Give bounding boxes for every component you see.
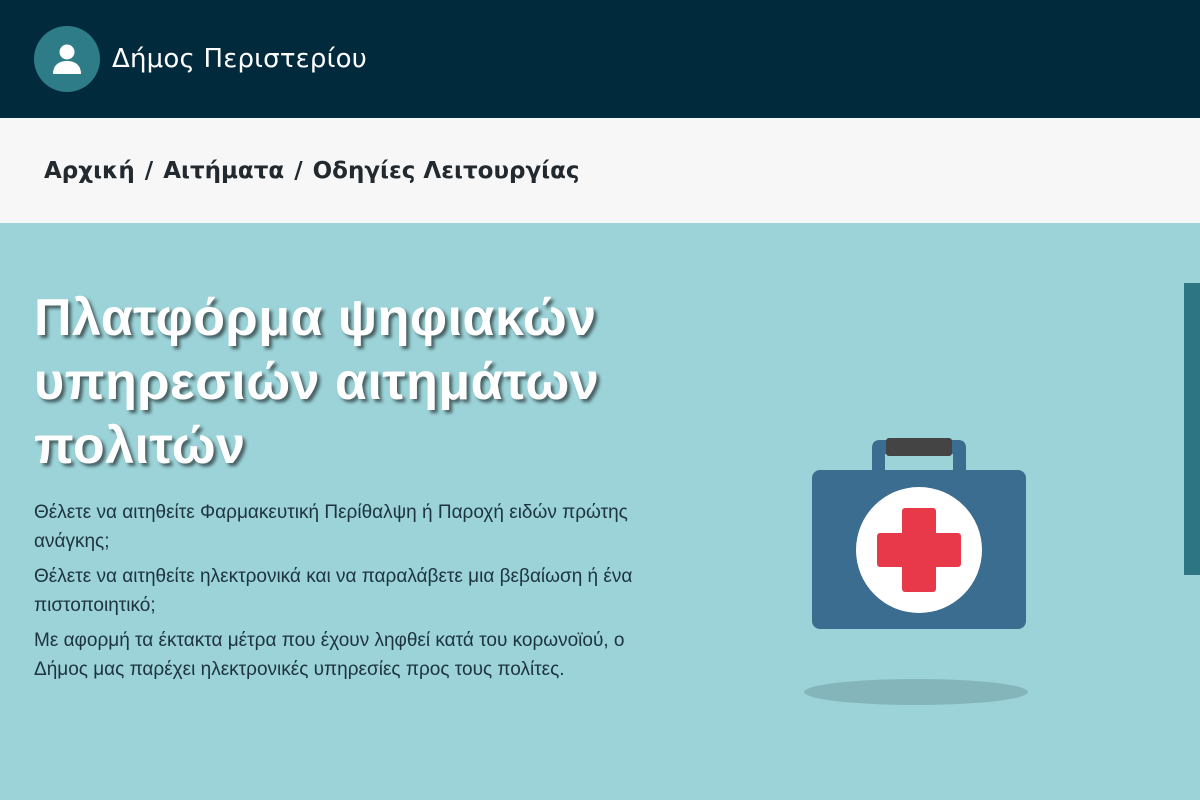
breadcrumb-item-requests[interactable]: Αιτήματα [163,158,284,184]
hero-paragraph: Θέλετε να αιτηθείτε ηλεκτρονικά και να π… [34,566,633,616]
breadcrumb-separator: / [294,157,303,184]
hero-description: Θέλετε να αιτηθείτε Φαρμακευτική Περίθαλ… [34,498,644,690]
side-tab[interactable] [1184,283,1200,575]
hero-paragraph: Θέλετε να αιτηθείτε Φαρμακευτική Περίθαλ… [34,502,628,552]
user-icon[interactable] [34,26,100,92]
breadcrumb-separator: / [144,157,154,184]
breadcrumb-item-instructions[interactable]: Οδηγίες Λειτουργίας [313,158,580,184]
first-aid-kit-icon [800,436,1036,708]
site-header: Δήμος Περιστερίου [0,0,1200,118]
page-title: Πλατφόρμα ψηφιακών υπηρεσιών αιτημάτων π… [34,289,600,475]
breadcrumb: Αρχική / Αιτήματα / Οδηγίες Λειτουργίας [0,118,1200,223]
site-title[interactable]: Δήμος Περιστερίου [112,44,367,74]
hero-paragraph: Με αφορμή τα έκτακτα μέτρα που έχουν ληφ… [34,630,625,680]
breadcrumb-item-home[interactable]: Αρχική [44,158,135,184]
